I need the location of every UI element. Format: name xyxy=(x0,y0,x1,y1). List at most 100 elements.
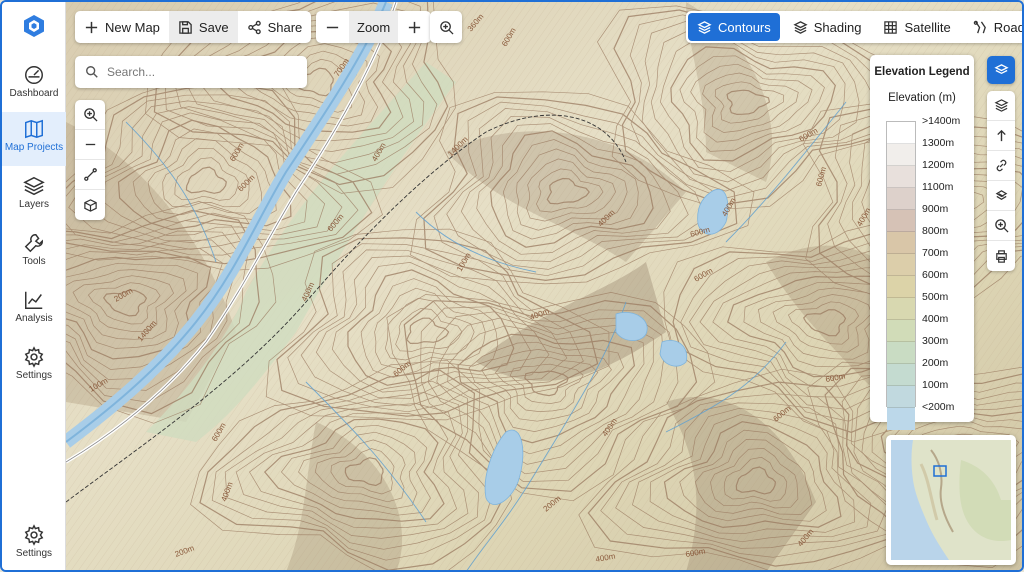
legend-swatch xyxy=(887,298,915,320)
sidebar-item-label: Map Projects xyxy=(4,142,64,153)
sidebar-footer-settings[interactable]: Settings xyxy=(2,518,66,570)
layers-icon xyxy=(994,99,1008,112)
road-icon xyxy=(973,20,986,33)
layers-panel-button[interactable] xyxy=(987,56,1015,84)
legend-subtitle: Elevation (m) xyxy=(888,92,956,104)
shading-icon xyxy=(793,20,808,34)
legend-label: 500m xyxy=(922,291,949,303)
contours-label: Contours xyxy=(718,19,771,35)
3d-view-tool[interactable] xyxy=(75,190,105,220)
sidebar: Dashboard Map Projects Layers Tools Anal… xyxy=(2,2,66,570)
measure-line-icon xyxy=(83,168,97,181)
plus-icon xyxy=(85,21,98,33)
measure-tool[interactable] xyxy=(75,160,105,190)
search-box xyxy=(75,56,307,88)
layers-icon xyxy=(993,63,1009,74)
overlay-tool[interactable] xyxy=(987,181,1015,211)
legend-swatch xyxy=(887,364,915,386)
file-toolbar: New Map Save Share xyxy=(75,11,312,43)
zoom-region-tool[interactable] xyxy=(987,211,1015,241)
legend-swatch xyxy=(887,408,915,430)
contours-layer-button[interactable]: Contours xyxy=(688,13,780,41)
legend-label: 800m xyxy=(922,225,949,237)
zoom-in-icon xyxy=(83,108,98,122)
elevation-legend: Elevation Legend Elevation (m) >1400m 130… xyxy=(870,55,974,430)
sidebar-item-label: Tools xyxy=(22,256,46,267)
legend-label: 200m xyxy=(922,357,949,369)
map-tool-stack xyxy=(75,100,105,220)
print-icon xyxy=(995,249,1007,263)
zoom-out-tool[interactable] xyxy=(75,130,105,160)
zoom-toolbar: Zoom xyxy=(316,11,432,43)
layers-icon xyxy=(23,176,45,196)
zoom-in-button[interactable] xyxy=(398,11,431,43)
share-button[interactable]: Share xyxy=(238,11,312,43)
legend-swatch xyxy=(887,254,915,276)
shading-layer-button[interactable]: Shading xyxy=(784,13,871,41)
map-icon xyxy=(25,119,43,139)
zoom-in-tool[interactable] xyxy=(75,100,105,130)
roads-label: Roads xyxy=(993,19,1022,35)
legend-label: 1100m xyxy=(922,181,954,193)
wrench-icon xyxy=(24,234,43,253)
zoom-search-button[interactable] xyxy=(439,11,454,43)
legend-label: 1300m xyxy=(922,137,955,149)
sidebar-item-map-projects[interactable]: Map Projects xyxy=(2,112,66,166)
satellite-label: Satellite xyxy=(904,19,951,35)
sidebar-item-tools[interactable]: Tools xyxy=(2,226,66,280)
legend-label: 400m xyxy=(922,313,949,325)
zoom-in-icon xyxy=(994,219,1009,233)
layers-tool[interactable] xyxy=(987,91,1015,121)
legend-swatch xyxy=(887,276,915,298)
app-logo-icon xyxy=(24,15,44,37)
sidebar-item-label: Settings xyxy=(15,370,53,381)
sidebar-item-layers[interactable]: Layers xyxy=(2,169,66,223)
legend-label: 1200m xyxy=(922,159,955,171)
minus-icon xyxy=(326,26,339,28)
legend-labels: >1400m 1300m 1200m 1100m 900m 800m 700m 600m 500… xyxy=(922,115,960,423)
legend-label: 600m xyxy=(922,269,949,281)
save-icon xyxy=(179,20,192,34)
satellite-layer-button[interactable]: Satellite xyxy=(874,13,959,41)
legend-swatch xyxy=(887,232,915,254)
gear-icon xyxy=(24,346,44,368)
legend-label: <200m xyxy=(922,401,955,413)
shading-label: Shading xyxy=(813,19,862,35)
minimap-overview xyxy=(891,440,1011,560)
dashboard-icon xyxy=(25,66,43,84)
sidebar-item-label: Settings xyxy=(15,548,53,559)
sidebar-item-label: Dashboard xyxy=(9,88,59,99)
sidebar-item-label: Layers xyxy=(18,199,49,210)
sidebar-item-label: Analysis xyxy=(15,313,53,324)
app-frame: 360m 600m 700m 400m 1400m 600m 600m 100m 200m 140… xyxy=(0,0,1024,572)
legend-label: 700m xyxy=(922,247,949,259)
legend-swatch xyxy=(887,166,915,188)
zoom-fit-toolbar xyxy=(430,11,462,43)
print-tool[interactable] xyxy=(987,241,1015,271)
north-arrow-tool[interactable] xyxy=(987,121,1015,151)
legend-label: 100m xyxy=(922,379,949,391)
arrow-up-icon xyxy=(996,129,1006,142)
legend-label: 300m xyxy=(922,335,949,347)
legend-title: Elevation Legend xyxy=(874,66,970,78)
legend-swatch xyxy=(887,342,915,364)
zoom-label: Zoom xyxy=(349,11,399,43)
sidebar-item-settings[interactable]: Settings xyxy=(2,340,66,394)
sidebar-item-analysis[interactable]: Analysis xyxy=(2,283,66,337)
sidebar-item-dashboard[interactable]: Dashboard xyxy=(2,58,66,112)
share-label: Share xyxy=(267,19,303,35)
new-map-button[interactable]: New Map xyxy=(75,11,169,43)
link-icon xyxy=(996,159,1006,172)
right-tool-stack xyxy=(987,91,1015,271)
cube-icon xyxy=(83,198,97,212)
roads-layer-button[interactable]: Roads xyxy=(964,13,1022,41)
legend-label: >1400m xyxy=(922,115,961,127)
minimap[interactable] xyxy=(886,435,1016,565)
search-input[interactable] xyxy=(107,65,297,79)
save-button[interactable]: Save xyxy=(168,11,238,43)
new-map-label: New Map xyxy=(105,19,160,35)
minus-icon xyxy=(85,143,95,146)
legend-swatch xyxy=(887,386,915,408)
link-tool[interactable] xyxy=(987,151,1015,181)
zoom-out-button[interactable] xyxy=(316,11,349,43)
